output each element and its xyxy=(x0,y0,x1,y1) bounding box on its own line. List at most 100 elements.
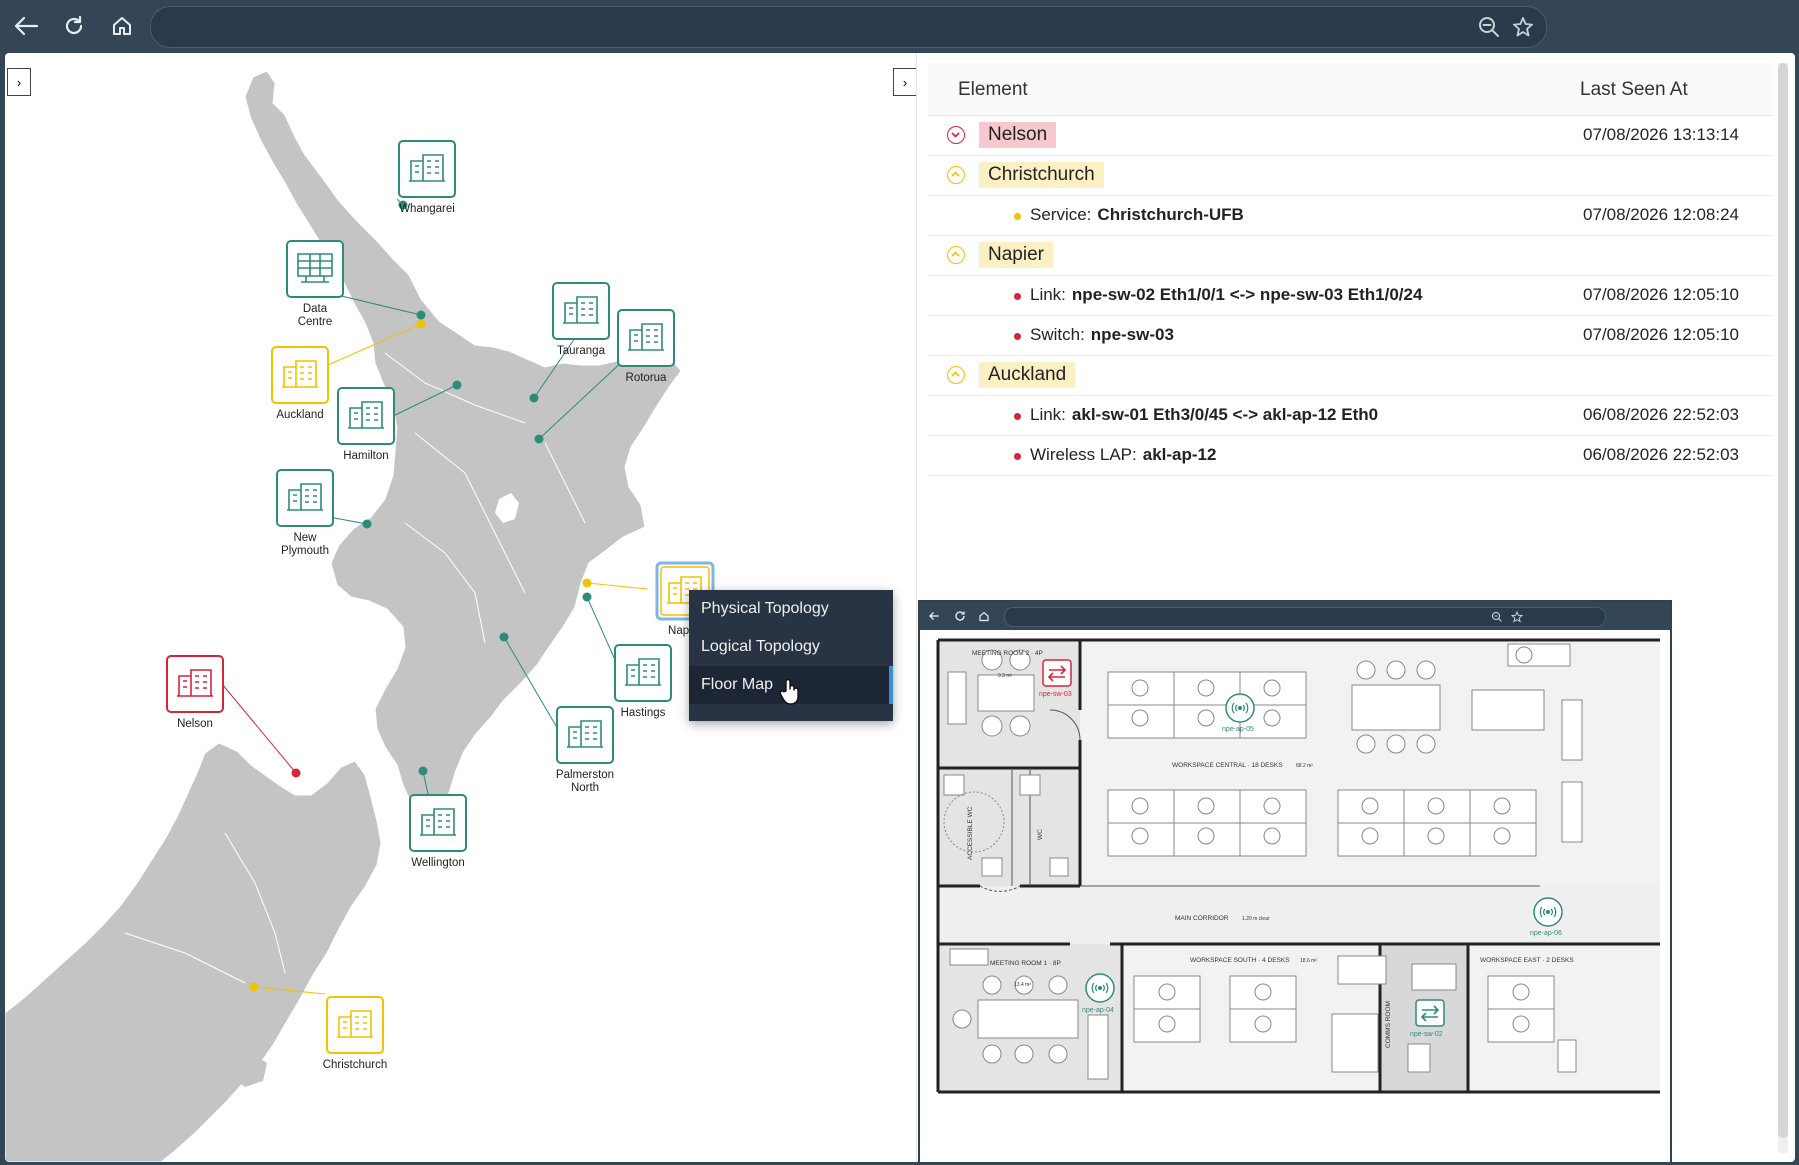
site-label: Palmerston xyxy=(556,769,614,781)
room-label-comms-room: COMMS ROOM xyxy=(1385,1001,1392,1048)
site-node-hamilton[interactable]: Hamilton xyxy=(337,387,395,462)
url-input[interactable] xyxy=(150,6,1547,48)
site-label: Tauranga xyxy=(557,345,606,357)
element-value: Christchurch-UFB xyxy=(1097,205,1244,224)
status-dot xyxy=(1014,293,1021,300)
device-label-npe-ap-06: npe-ap-06 xyxy=(1530,930,1562,937)
chevron-down-icon[interactable] xyxy=(947,126,965,144)
site-label: Nelson xyxy=(177,718,213,730)
inset-url-input[interactable] xyxy=(1004,607,1606,627)
browser-toolbar xyxy=(0,0,1799,52)
menu-item-logical-topology[interactable]: Logical Topology xyxy=(689,628,893,666)
device-label-npe-sw-03: npe-sw-03 xyxy=(1039,691,1072,698)
table-row[interactable]: Switch: npe-sw-03 07/08/2026 12:05:10 xyxy=(928,316,1773,356)
refresh-icon[interactable] xyxy=(954,610,966,622)
area-label-meeting-room-2: 9.3 m² xyxy=(998,673,1013,679)
last-seen-time: 06/08/2026 22:52:03 xyxy=(1583,445,1739,464)
site-node-data-centre[interactable]: DataCentre xyxy=(286,240,344,328)
site-node-nelson[interactable]: Nelson xyxy=(166,655,224,730)
room-label-accessible-wc: ACCESSIBLE WC xyxy=(967,806,974,860)
arrow-left-icon[interactable] xyxy=(928,610,940,622)
site-label: Rotorua xyxy=(626,372,668,384)
element-type: Switch: xyxy=(1030,325,1085,344)
column-header-last-seen[interactable]: Last Seen At xyxy=(1580,79,1688,101)
chevron-up-icon[interactable] xyxy=(947,166,965,184)
site-group-label: Christchurch xyxy=(979,162,1104,188)
floor-plan: MEETING ROOM 2 · 4P 9.3 m² WORKSPACE CEN… xyxy=(920,630,1670,1162)
site-label: Centre xyxy=(298,316,333,328)
site-group-label: Napier xyxy=(979,242,1053,268)
app-window: › › Whangarei Data Centre Auckland Taura… xyxy=(5,53,1795,1162)
room-label-main-corridor: MAIN CORRIDOR xyxy=(1175,915,1229,922)
room-label-workspace-south: WORKSPACE SOUTH · 4 DESKS xyxy=(1190,957,1290,964)
column-header-element[interactable]: Element xyxy=(958,79,1028,101)
site-label: New xyxy=(293,532,317,544)
site-group-label: Nelson xyxy=(979,122,1057,148)
inset-browser-toolbar xyxy=(920,602,1670,630)
site-label: Hamilton xyxy=(343,450,388,462)
south-island-landmass xyxy=(5,742,382,1162)
device-label-npe-ap-04: npe-ap-04 xyxy=(1082,1007,1114,1014)
table-row[interactable]: Service: Christchurch-UFB 07/08/2026 12:08… xyxy=(928,196,1773,236)
room-label-wc: WC xyxy=(1037,829,1044,840)
home-button[interactable] xyxy=(106,10,138,42)
site-node-new-plymouth[interactable]: NewPlymouth xyxy=(276,469,334,557)
star-icon xyxy=(1513,17,1533,37)
site-node-wellington[interactable]: Wellington xyxy=(409,794,467,869)
hand-pointer-icon xyxy=(779,678,799,705)
element-description: Link: npe-sw-02 Eth1/0/1 <-> npe-sw-03 Et… xyxy=(1030,285,1422,305)
device-npe-sw-03[interactable]: npe-sw-03 xyxy=(1039,659,1072,698)
table-row[interactable]: Link: akl-sw-01 Eth3/0/45 <-> akl-ap-12 E… xyxy=(928,396,1773,436)
site-node-whangarei[interactable]: Whangarei xyxy=(398,140,456,215)
table-row[interactable]: Wireless LAP: akl-ap-12 06/08/2026 22:52:0… xyxy=(928,436,1773,476)
site-node-rotorua[interactable]: Rotorua xyxy=(617,309,675,384)
site-node-hastings[interactable]: Hastings xyxy=(614,644,672,719)
site-label: North xyxy=(571,782,599,794)
panel-divider xyxy=(916,53,917,1162)
table-group-row[interactable]: Auckland xyxy=(928,356,1773,396)
site-label: Wellington xyxy=(411,857,465,869)
status-dot xyxy=(1014,413,1021,420)
area-label-workspace-central: 68.2 m² xyxy=(1296,763,1313,769)
bookmark-button[interactable] xyxy=(1511,15,1535,39)
chevron-up-icon[interactable] xyxy=(947,246,965,264)
floor-map-window: › xyxy=(918,600,1672,1162)
room-label-meeting-room-2: MEETING ROOM 2 · 4P xyxy=(972,650,1043,657)
scrollbar-thumb[interactable] xyxy=(1778,63,1788,1138)
back-button[interactable] xyxy=(10,10,42,42)
room-label-workspace-central: WORKSPACE CENTRAL · 18 DESKS xyxy=(1172,762,1283,769)
chevron-up-icon[interactable] xyxy=(947,366,965,384)
site-node-auckland[interactable]: Auckland xyxy=(271,346,329,421)
table-group-row[interactable]: Nelson 07/08/2026 13:13:14 xyxy=(928,116,1773,156)
site-node-christchurch[interactable]: Christchurch xyxy=(323,996,388,1071)
zoom-out-icon xyxy=(1479,17,1499,37)
site-node-tauranga[interactable]: Tauranga xyxy=(552,282,610,357)
table-header: Element Last Seen At xyxy=(928,63,1773,116)
status-dot xyxy=(1014,213,1021,220)
star-icon[interactable] xyxy=(1511,611,1523,623)
menu-item-physical-topology[interactable]: Physical Topology xyxy=(689,590,893,628)
element-description: Switch: npe-sw-03 xyxy=(1030,325,1174,345)
home-icon xyxy=(113,17,131,35)
last-seen-time: 06/08/2026 22:52:03 xyxy=(1583,405,1739,424)
device-label-npe-sw-02: npe-sw-02 xyxy=(1410,1031,1443,1038)
element-type: Service: xyxy=(1030,205,1092,224)
site-group-label: Auckland xyxy=(979,362,1076,388)
zoom-out-button[interactable] xyxy=(1477,15,1501,39)
table-group-row[interactable]: Christchurch xyxy=(928,156,1773,196)
element-value: npe-sw-03 xyxy=(1090,325,1174,344)
refresh-button[interactable] xyxy=(58,10,90,42)
site-label: Auckland xyxy=(276,409,323,421)
site-label: Whangarei xyxy=(399,203,455,215)
site-node-palmerston-north[interactable]: PalmerstonNorth xyxy=(556,706,614,794)
device-label-npe-ap-05: npe-ap-05 xyxy=(1222,726,1254,733)
zoom-out-icon[interactable] xyxy=(1491,611,1503,623)
table-row[interactable]: Link: npe-sw-02 Eth1/0/1 <-> npe-sw-03 Et… xyxy=(928,276,1773,316)
element-value: akl-ap-12 xyxy=(1142,445,1217,464)
element-type: Link: xyxy=(1030,405,1066,424)
home-icon[interactable] xyxy=(978,610,990,622)
site-label: Hastings xyxy=(621,707,666,719)
table-body: Nelson 07/08/2026 13:13:14 Christchurch Ser… xyxy=(928,116,1773,476)
table-group-row[interactable]: Napier xyxy=(928,236,1773,276)
site-label: Plymouth xyxy=(281,545,329,557)
